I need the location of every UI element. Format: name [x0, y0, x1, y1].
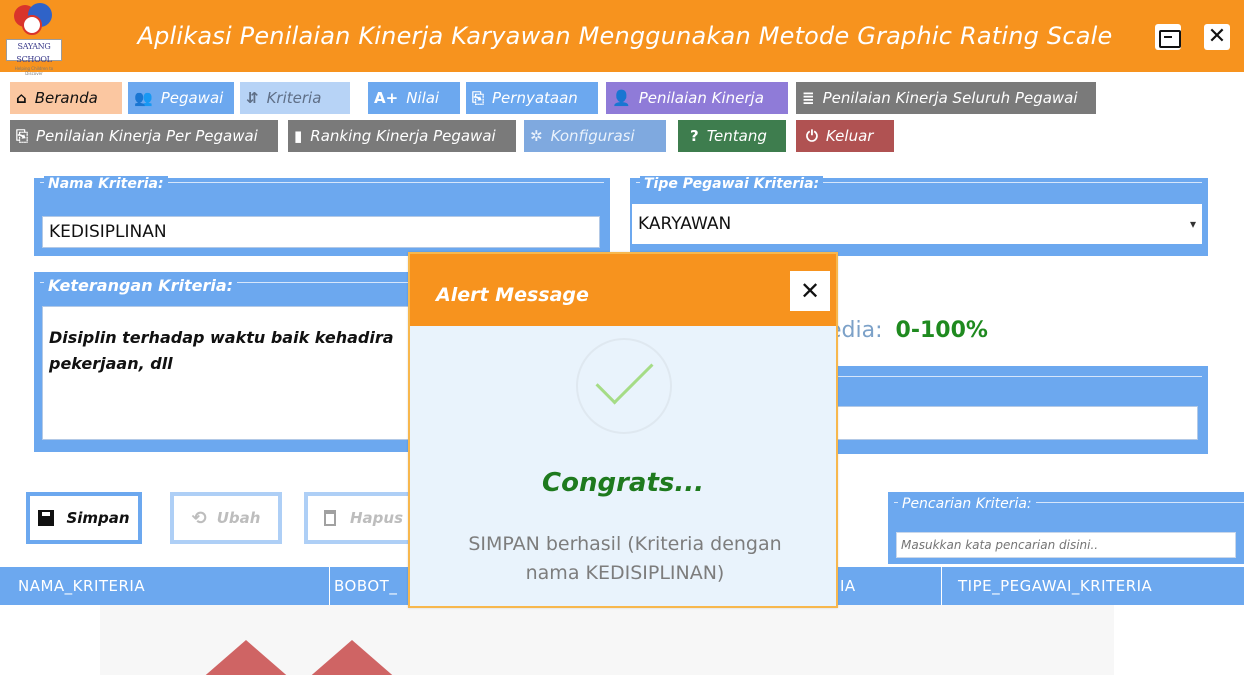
gear-icon: ✲ [530, 127, 543, 145]
alert-heading: Congrats... [542, 468, 704, 498]
menu-label: Beranda [34, 89, 98, 107]
tipe-pegawai-select[interactable]: KARYAWAN ▾ [632, 204, 1202, 244]
menu-label: Pegawai [160, 89, 224, 107]
table-body [0, 605, 1244, 675]
menu-penilaian-kinerja-per-pegawai[interactable]: ⎘ Penilaian Kinerja Per Pegawai [10, 120, 278, 152]
nilai-panel [834, 366, 1208, 454]
close-window-button[interactable]: ✕ [1204, 24, 1230, 50]
media-range-text: edia: 0-100% [828, 318, 988, 343]
simpan-label: Simpan [66, 509, 130, 527]
menu-nilai[interactable]: A+ Nilai [368, 82, 460, 114]
watermark-shape [306, 640, 398, 675]
app-window: SAYANG SCHOOL Helping Children to Discov… [0, 0, 1244, 675]
tipe-pegawai-label: Tipe Pegawai Kriteria: [640, 176, 824, 192]
question-icon: ? [690, 127, 699, 145]
menu-konfigurasi[interactable]: ✲ Konfigurasi [524, 120, 666, 152]
chevron-down-icon: ▾ [1189, 217, 1196, 231]
menu-tentang[interactable]: ? Tentang [678, 120, 786, 152]
ubah-label: Ubah [216, 509, 261, 527]
media-value: 0-100% [895, 318, 988, 343]
watermark-shape [200, 640, 292, 675]
nama-kriteria-label: Nama Kriteria: [44, 176, 168, 192]
menu-label: Konfigurasi [550, 127, 635, 145]
menu-keluar[interactable]: ⏻ Keluar [796, 120, 894, 152]
school-logo: SAYANG SCHOOL Helping Children to Discov… [4, 3, 64, 76]
ubah-button[interactable]: ⟲ Ubah [170, 492, 282, 544]
keterangan-line-1: Disiplin terhadap waktu baik kehadira [49, 328, 394, 347]
alert-dialog: Alert Message ✕ Congrats... SIMPAN berha… [408, 252, 838, 608]
close-icon[interactable]: ✕ [790, 271, 830, 311]
keterangan-line-2: pekerjaan, dll [49, 354, 173, 373]
power-icon: ⏻ [806, 127, 818, 145]
menu-penilaian-kinerja[interactable]: 👤 Penilaian Kinerja [606, 82, 788, 114]
column-header[interactable]: IA [838, 567, 942, 605]
alert-message: SIMPAN berhasil (Kriteria dengan nama KE… [430, 530, 820, 588]
trash-icon [324, 510, 336, 526]
home-icon: ⌂ [16, 89, 27, 107]
menu-label: Tentang [706, 127, 767, 145]
document-icon: ⎘ [472, 89, 485, 107]
users-icon: 👥 [134, 89, 153, 107]
menu-beranda[interactable]: ⌂ Beranda [10, 82, 122, 114]
alert-header: Alert Message ✕ [410, 254, 836, 326]
nama-kriteria-input[interactable]: KEDISIPLINAN [42, 216, 600, 248]
ranking-icon: ▮ [294, 127, 303, 145]
success-check-icon [576, 338, 672, 434]
tipe-pegawai-panel: Tipe Pegawai Kriteria: KARYAWAN ▾ [630, 176, 1208, 256]
alert-message-line-1: SIMPAN berhasil (Kriteria dengan [468, 533, 782, 555]
minimize-button[interactable] [1155, 24, 1181, 50]
column-header[interactable]: TIPE_PEGAWAI_KRITERIA [942, 567, 1244, 605]
tipe-pegawai-value: KARYAWAN [638, 214, 732, 234]
save-icon [38, 510, 55, 526]
nama-kriteria-panel: Nama Kriteria: KEDISIPLINAN [34, 176, 610, 256]
menu-pernyataan[interactable]: ⎘ Pernyataan [466, 82, 598, 114]
sort-az-icon: ⇵ [246, 89, 259, 107]
menu-penilaian-kinerja-seluruh-pegawai[interactable]: ≣ Penilaian Kinerja Seluruh Pegawai [796, 82, 1096, 114]
grade-icon: A+ [374, 89, 399, 107]
alert-title: Alert Message [436, 284, 589, 306]
menu-label: Nilai [406, 89, 440, 107]
alert-message-line-2: nama KEDISIPLINAN) [525, 562, 725, 584]
menu-label: Penilaian Kinerja Per Pegawai [36, 127, 258, 145]
refresh-icon: ⟲ [191, 507, 207, 529]
simpan-button[interactable]: Simpan [26, 492, 142, 544]
menu-label: Pernyataan [492, 89, 578, 107]
app-title: Aplikasi Penilaian Kinerja Karyawan Meng… [137, 22, 1113, 50]
menu-ranking-kinerja-pegawai[interactable]: ▮ Ranking Kinerja Pegawai [288, 120, 516, 152]
nilai-input[interactable] [834, 406, 1198, 440]
menu-label: Kriteria [266, 89, 322, 107]
menu-label: Penilaian Kinerja [638, 89, 764, 107]
report-icon: ≣ [802, 89, 815, 107]
document-icon: ⎘ [16, 127, 29, 145]
column-header[interactable]: NAMA_KRITERIA [0, 567, 330, 605]
menu-label: Penilaian Kinerja Seluruh Pegawai [822, 89, 1078, 107]
menu-label: Ranking Kinerja Pegawai [310, 127, 496, 145]
search-panel: Pencarian Kriteria: [888, 492, 1244, 564]
search-label: Pencarian Kriteria: [898, 496, 1036, 512]
hapus-button[interactable]: Hapus [304, 492, 416, 544]
menu-kriteria[interactable]: ⇵ Kriteria [240, 82, 350, 114]
person-icon: 👤 [612, 89, 631, 107]
menu-label: Keluar [825, 127, 874, 145]
title-bar: SAYANG SCHOOL Helping Children to Discov… [0, 0, 1244, 76]
keterangan-label: Keterangan Kriteria: [44, 276, 238, 295]
hapus-label: Hapus [350, 509, 404, 527]
search-input[interactable] [896, 532, 1236, 558]
menu-pegawai[interactable]: 👥 Pegawai [128, 82, 234, 114]
